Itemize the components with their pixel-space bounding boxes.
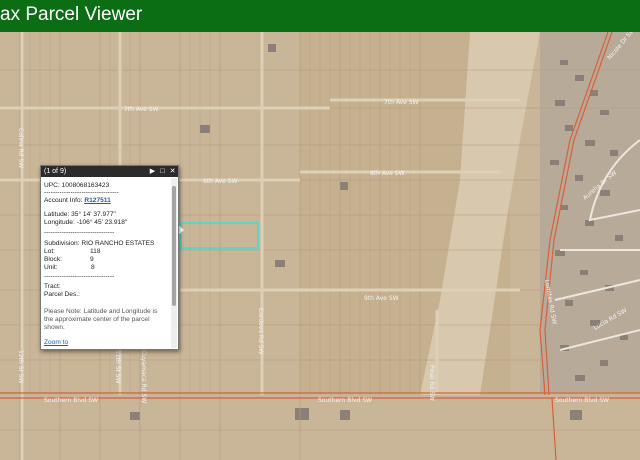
block-label: Block:	[44, 256, 62, 263]
road-label: Colina Rd SW	[17, 128, 24, 168]
popup-titlebar: (1 of 9) ▶ □ ✕	[41, 166, 178, 177]
popup-counter: (1 of 9)	[44, 168, 67, 175]
road-label: 9th Ave SW	[364, 295, 399, 302]
scrollbar-thumb[interactable]	[172, 186, 176, 306]
parcel-desc-label: Parcel Des.:	[44, 291, 80, 298]
popup-scrollbar[interactable]	[171, 178, 177, 348]
lot-row: Lot:	[44, 248, 55, 256]
longitude-text: Longitude: -106° 45' 23.918"	[44, 219, 128, 226]
unit-label: Unit:	[44, 264, 58, 271]
account-label: Account Info:	[44, 197, 83, 204]
road-label: Pinal Rd SW	[428, 365, 435, 401]
road-label: Southern Blvd SW	[44, 397, 98, 404]
separator: --------------------------------	[44, 273, 115, 280]
road-label: 12th St SW	[17, 350, 24, 384]
app-title: ax Parcel Viewer	[0, 4, 143, 25]
zoom-to-link[interactable]: Zoom to	[44, 339, 68, 347]
close-icon[interactable]: ✕	[168, 166, 177, 177]
road-label: 7th Ave SW	[384, 99, 419, 106]
next-icon[interactable]: ▶	[148, 166, 157, 177]
lot-label: Lot:	[44, 248, 55, 255]
parcel-info-popup: (1 of 9) ▶ □ ✕ UPC: 1008068163423 ------…	[40, 165, 179, 350]
road-label: 8th Ave SW	[203, 178, 238, 185]
road-label: 11th St SW	[114, 350, 121, 384]
account-row: Account Info: R127511	[44, 197, 111, 205]
maximize-icon[interactable]: □	[158, 166, 167, 177]
tract-label: Tract:	[44, 283, 61, 290]
road-label: Cordova Rd SW	[257, 308, 264, 355]
road-label: Cuyamaca Rd SW	[140, 350, 147, 403]
lot-value: 118	[90, 248, 101, 255]
road-label: Southern Blvd SW	[555, 397, 609, 404]
note-text: Please Note: Latitude and Longitude is t…	[44, 308, 158, 331]
account-link[interactable]: R127511	[84, 197, 110, 204]
road-label: Southern Blvd SW	[318, 397, 372, 404]
popup-content: UPC: 1008068163423 ---------------------…	[44, 179, 170, 347]
road-label: 7th Ave SW	[124, 106, 159, 113]
separator: ----------------------------------	[44, 189, 119, 196]
unit-value: 8	[91, 264, 95, 271]
app-header: ax Parcel Viewer	[0, 0, 640, 32]
separator: --------------------------------	[44, 229, 115, 236]
road-label: 8th Ave SW	[370, 170, 405, 177]
latitude-text: Latitude: 35° 14' 37.977"	[44, 211, 116, 218]
block-value: 9	[90, 256, 94, 263]
subdivision-text: Subdivision: RIO RANCHO ESTATES	[44, 240, 155, 247]
